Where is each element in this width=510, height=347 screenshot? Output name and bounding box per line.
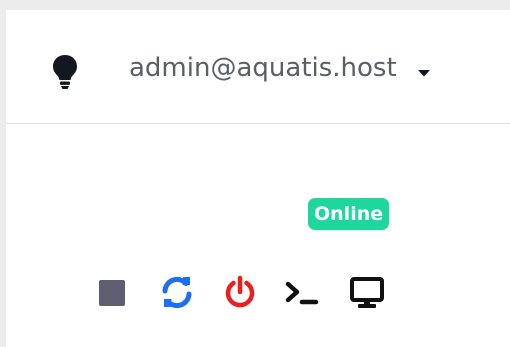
status-badge: Online bbox=[308, 198, 390, 230]
lightbulb-icon[interactable] bbox=[52, 54, 78, 90]
top-bar: admin@aquatis.host bbox=[6, 10, 510, 124]
server-content: Online bbox=[6, 124, 510, 347]
power-actions bbox=[96, 274, 384, 310]
terminal-icon[interactable] bbox=[285, 274, 321, 310]
caret-down-icon bbox=[417, 63, 431, 77]
stop-icon[interactable] bbox=[96, 274, 132, 310]
page-background: admin@aquatis.host Online bbox=[0, 0, 510, 347]
user-email: admin@aquatis.host bbox=[129, 53, 397, 83]
sync-icon[interactable] bbox=[159, 274, 195, 310]
server-panel: admin@aquatis.host Online bbox=[6, 10, 510, 347]
user-menu[interactable]: admin@aquatis.host bbox=[129, 50, 431, 86]
power-icon[interactable] bbox=[222, 274, 258, 310]
monitor-icon[interactable] bbox=[348, 274, 384, 310]
